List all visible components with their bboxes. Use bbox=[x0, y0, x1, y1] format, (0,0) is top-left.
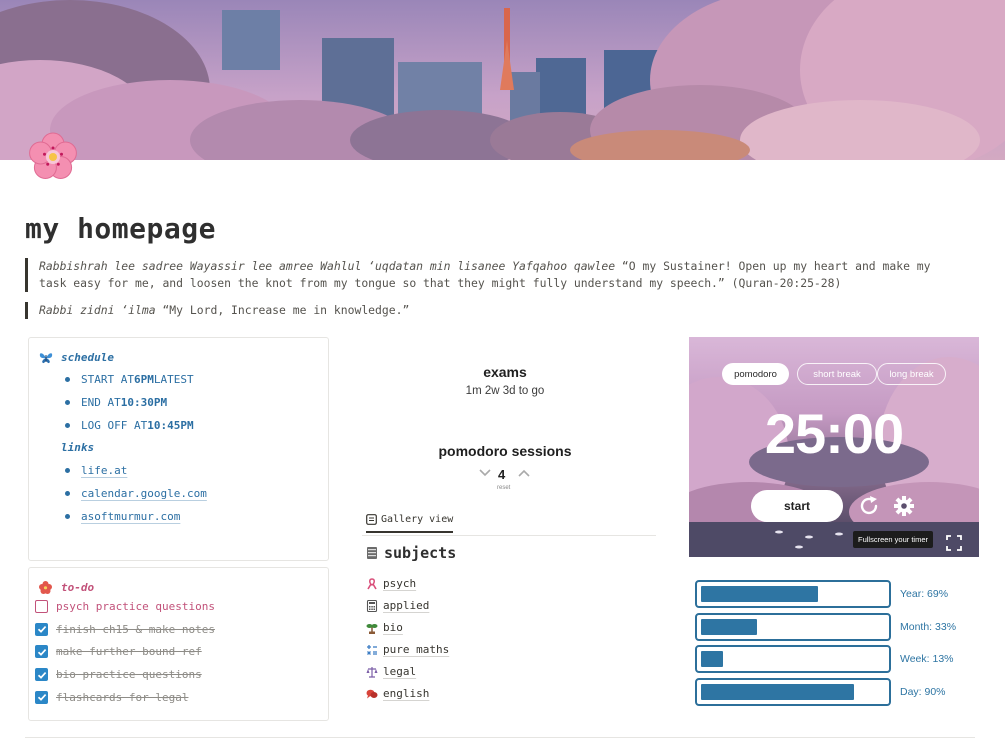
pomodoro-sessions-title: pomodoro sessions bbox=[438, 443, 572, 459]
math-operators-icon bbox=[367, 644, 377, 655]
links-heading: links bbox=[61, 441, 95, 454]
link-item[interactable]: life.at bbox=[65, 464, 127, 477]
scales-icon bbox=[366, 666, 378, 678]
gear-icon[interactable] bbox=[893, 495, 915, 517]
seedling-icon bbox=[366, 623, 378, 634]
quote-block-2: Rabbi zidni ‘ilma “My Lord, Increase me … bbox=[25, 302, 625, 319]
divider bbox=[25, 737, 975, 738]
tab-long-break[interactable]: long break bbox=[877, 363, 946, 385]
subject-item-applied[interactable]: applied bbox=[366, 599, 429, 612]
pomodoro-timer-widget: pomodoro short break long break 25:00 st… bbox=[689, 337, 979, 557]
subject-label: legal bbox=[383, 665, 417, 678]
checkbox-checked[interactable] bbox=[35, 622, 48, 636]
progress-bar bbox=[695, 645, 891, 674]
subject-label: psych bbox=[383, 577, 417, 590]
calculator-icon bbox=[366, 599, 378, 612]
todo-item[interactable]: flashcards for legal bbox=[35, 690, 189, 704]
todo-item-label: finish ch15 & make notes bbox=[56, 622, 215, 636]
link-item[interactable]: calendar.google.com bbox=[65, 487, 207, 500]
todo-item[interactable]: psych practice questions bbox=[35, 600, 215, 613]
subject-label: pure maths bbox=[383, 643, 450, 656]
todo-item-label: flashcards for legal bbox=[56, 690, 189, 704]
chevron-down-icon[interactable] bbox=[478, 468, 492, 478]
tab-short-break[interactable]: short break bbox=[797, 363, 877, 385]
progress-bar bbox=[695, 612, 891, 641]
checkbox-checked[interactable] bbox=[35, 690, 48, 704]
tab-gallery-view[interactable]: Gallery view bbox=[366, 514, 454, 533]
todo-item-label: psych practice questions bbox=[56, 600, 215, 613]
chevron-up-icon[interactable] bbox=[517, 468, 531, 478]
fullscreen-icon[interactable] bbox=[946, 535, 962, 551]
checkbox-unchecked[interactable] bbox=[35, 600, 48, 613]
checkbox-checked[interactable] bbox=[35, 645, 48, 659]
session-count: 4 bbox=[498, 467, 506, 482]
books-icon bbox=[367, 547, 377, 559]
subject-item-psych[interactable]: psych bbox=[366, 577, 416, 590]
subject-label: english bbox=[383, 687, 430, 700]
exams-countdown: 1m 2w 3d to go bbox=[465, 385, 545, 397]
progress-label: Year: 69% bbox=[900, 588, 949, 600]
subject-label: applied bbox=[383, 599, 430, 612]
progress-label: Month: 33% bbox=[900, 620, 957, 633]
cherry-blossom-icon[interactable] bbox=[24, 128, 82, 186]
schedule-item-end: END AT 10:30PM bbox=[65, 396, 167, 409]
schedule-item-start: START AT 6PM LATEST bbox=[65, 373, 194, 386]
progress-fill bbox=[701, 651, 723, 668]
hibiscus-icon bbox=[39, 581, 52, 594]
tab-pomodoro[interactable]: pomodoro bbox=[722, 363, 789, 385]
checkbox-checked[interactable] bbox=[35, 668, 48, 682]
subject-item-legal[interactable]: legal bbox=[366, 665, 416, 678]
todo-item-label: make further bound ref bbox=[56, 645, 202, 659]
subjects-title: subjects bbox=[366, 544, 456, 562]
gallery-icon bbox=[366, 514, 377, 525]
schedule-callout: schedule START AT 6PM LATEST END AT 10:3… bbox=[28, 337, 329, 561]
progress-label: Week: 13% bbox=[900, 653, 954, 666]
link-item[interactable]: asoftmurmur.com bbox=[65, 510, 180, 523]
quote-2-translation: “My Lord, Increase me in knowledge.” bbox=[155, 303, 410, 317]
gallery-view-tabbar: Gallery view bbox=[362, 512, 656, 536]
subject-item-bio[interactable]: bio bbox=[366, 621, 403, 634]
start-button[interactable]: start bbox=[751, 490, 843, 522]
schedule-heading: schedule bbox=[39, 351, 114, 364]
subject-label: bio bbox=[383, 621, 403, 634]
cover-image bbox=[0, 0, 1005, 160]
speech-bubbles-icon bbox=[366, 689, 378, 698]
subject-item-pure-maths[interactable]: pure maths bbox=[366, 643, 449, 656]
progress-bar bbox=[695, 580, 891, 608]
todo-heading: to-do bbox=[39, 581, 94, 594]
fullscreen-tooltip: Fullscreen your timer bbox=[853, 531, 934, 548]
todo-item[interactable]: make further bound ref bbox=[35, 645, 202, 659]
session-counter: 4 reset bbox=[470, 463, 540, 493]
quote-2-transliteration: Rabbi zidni ‘ilma bbox=[39, 303, 156, 317]
exams-title: exams bbox=[483, 364, 527, 380]
quote-block-1: Rabbishrah lee sadree Wayassir lee amree… bbox=[25, 258, 960, 292]
ribbon-icon bbox=[367, 577, 377, 589]
todo-item[interactable]: bio practice questions bbox=[35, 668, 202, 682]
schedule-item-logoff: LOG OFF AT 10:45PM bbox=[65, 419, 194, 432]
todo-item-label: bio practice questions bbox=[56, 668, 202, 682]
timer-display: 25:00 bbox=[764, 402, 904, 465]
subject-item-english[interactable]: english bbox=[366, 687, 429, 700]
butterfly-icon bbox=[39, 352, 53, 363]
city-blossom-scene bbox=[0, 0, 1005, 160]
page-title: my homepage bbox=[25, 212, 216, 245]
progress-fill bbox=[701, 586, 818, 602]
todo-item[interactable]: finish ch15 & make notes bbox=[35, 622, 215, 636]
progress-fill bbox=[701, 618, 757, 635]
progress-bar bbox=[695, 677, 891, 706]
quote-1-transliteration: Rabbishrah lee sadree Wayassir lee amree… bbox=[39, 259, 616, 273]
reset-link[interactable]: reset bbox=[497, 485, 510, 491]
progress-fill bbox=[701, 683, 854, 700]
progress-label: Day: 90% bbox=[900, 685, 946, 698]
restart-icon[interactable] bbox=[857, 494, 881, 518]
